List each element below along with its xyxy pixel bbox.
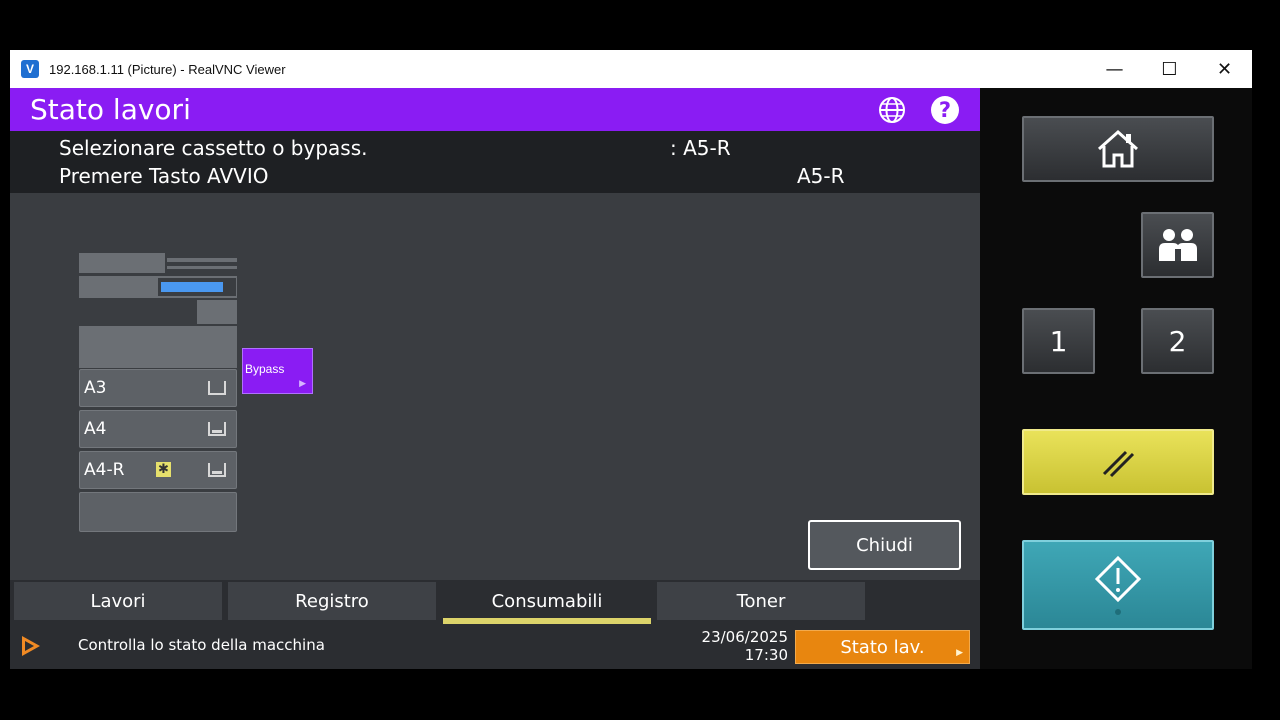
asterisk-icon: ✱ (156, 462, 171, 477)
tray-empty-slot (79, 492, 237, 532)
clear-icon (1102, 450, 1135, 478)
hardware-panel: 1 2 (980, 88, 1252, 669)
tray-empty-icon (208, 381, 226, 395)
arrow-right-icon: ▶ (956, 648, 963, 658)
job-status-button[interactable]: Stato lav. ▶ (795, 630, 970, 664)
job-status-label: Stato lav. (840, 636, 925, 658)
button-2[interactable]: 2 (1141, 308, 1214, 374)
date-text: 23/06/2025 (701, 628, 788, 646)
home-button[interactable] (1022, 116, 1214, 182)
users-icon (1158, 229, 1197, 261)
status-bar: Controlla lo stato della macchina 23/06/… (10, 624, 980, 669)
status-text: Controlla lo stato della macchina (78, 636, 325, 654)
start-button[interactable] (1022, 540, 1214, 630)
play-icon[interactable] (22, 636, 40, 656)
maximize-button[interactable]: ☐ (1142, 50, 1197, 88)
minimize-button[interactable]: — (1087, 50, 1142, 88)
datetime: 23/06/2025 17:30 (670, 628, 788, 664)
tray-a4[interactable]: A4 (79, 410, 237, 448)
start-icon (1094, 555, 1142, 615)
tray-a4r[interactable]: A4-R ✱ (79, 451, 237, 489)
globe-icon[interactable] (877, 95, 907, 125)
message-line-1-value: : A5-R (670, 136, 731, 160)
realvnc-icon: V (21, 60, 39, 78)
bypass-button[interactable]: Bypass ▶ (242, 348, 313, 394)
printer-screen: Stato lavori ? Selezionare cassetto o by… (10, 88, 980, 669)
tab-bar: Lavori Registro Consumabili Toner (10, 580, 980, 626)
user-access-button[interactable] (1141, 212, 1214, 278)
time-text: 17:30 (744, 646, 788, 664)
tray-paper-icon (208, 463, 226, 477)
window-titlebar: V 192.168.1.11 (Picture) - RealVNC Viewe… (10, 50, 1252, 88)
window-title: 192.168.1.11 (Picture) - RealVNC Viewer (49, 61, 286, 77)
tray-paper-icon (208, 422, 226, 436)
close-window-button[interactable]: ✕ (1197, 50, 1252, 88)
vnc-window: V 192.168.1.11 (Picture) - RealVNC Viewe… (10, 50, 1252, 669)
arrow-right-icon: ▶ (299, 378, 306, 388)
tab-toner[interactable]: Toner (657, 582, 865, 620)
close-button[interactable]: Chiudi (808, 520, 961, 570)
clear-button[interactable] (1022, 429, 1214, 495)
tab-registro[interactable]: Registro (228, 582, 436, 620)
button-1[interactable]: 1 (1022, 308, 1095, 374)
message-line-2-value: A5-R (797, 164, 845, 188)
home-icon (1097, 129, 1139, 168)
tab-consumabili[interactable]: Consumabili (443, 582, 651, 626)
tab-lavori[interactable]: Lavori (14, 582, 222, 620)
tray-a3[interactable]: A3 (79, 369, 237, 407)
help-icon[interactable]: ? (931, 96, 959, 124)
